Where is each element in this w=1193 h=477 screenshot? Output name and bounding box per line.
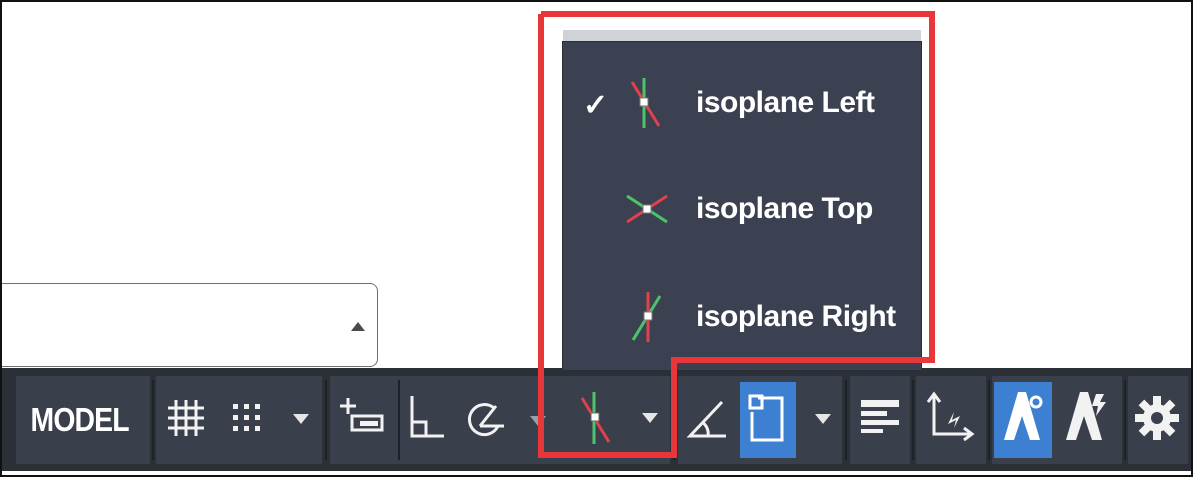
highlight-outline [538,11,935,458]
